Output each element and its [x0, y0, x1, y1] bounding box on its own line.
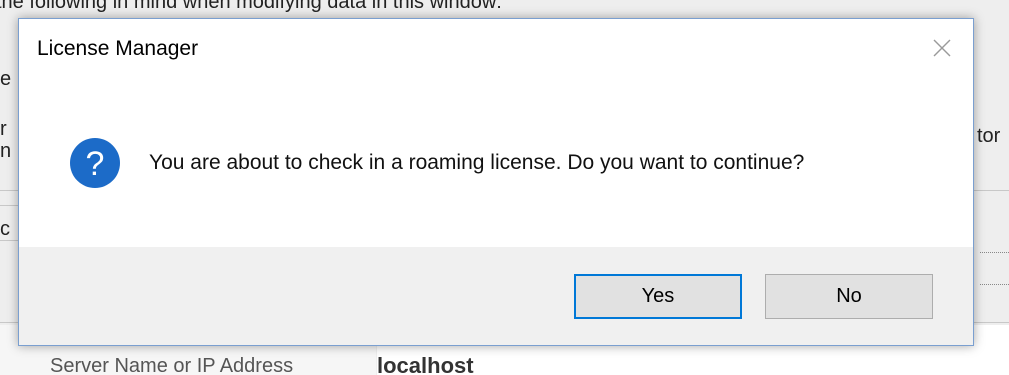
close-button[interactable] — [925, 31, 959, 65]
svg-text:?: ? — [86, 145, 105, 183]
background-fragment-3: n — [0, 140, 12, 162]
background-dotted-line — [980, 284, 1009, 286]
background-fragment-2: r — [0, 118, 7, 140]
server-name-label: Server Name or IP Address — [50, 355, 294, 375]
question-icon: ? — [70, 138, 120, 188]
dialog-button-bar: Yes No — [19, 247, 973, 345]
dialog-title: License Manager — [37, 37, 199, 60]
license-manager-dialog: License Manager ? You are about to check… — [18, 18, 974, 346]
dialog-message: You are about to check in a roaming lice… — [149, 151, 805, 174]
dialog-content: ? You are about to check in a roaming li… — [19, 79, 973, 249]
background-divider — [0, 205, 18, 206]
background-fragment-right: tor — [977, 125, 1001, 147]
background-fragment-4: c — [0, 218, 10, 240]
background-divider — [0, 240, 18, 241]
background-instruction-text: the following in mind when modifying dat… — [0, 0, 502, 13]
yes-button[interactable]: Yes — [574, 274, 742, 319]
server-name-value: localhost — [377, 353, 474, 375]
no-button[interactable]: No — [765, 274, 933, 319]
dialog-titlebar[interactable]: License Manager — [19, 19, 973, 79]
background-dotted-line — [980, 252, 1009, 254]
close-icon — [933, 39, 951, 57]
background-fragment-1: e — [0, 68, 12, 90]
